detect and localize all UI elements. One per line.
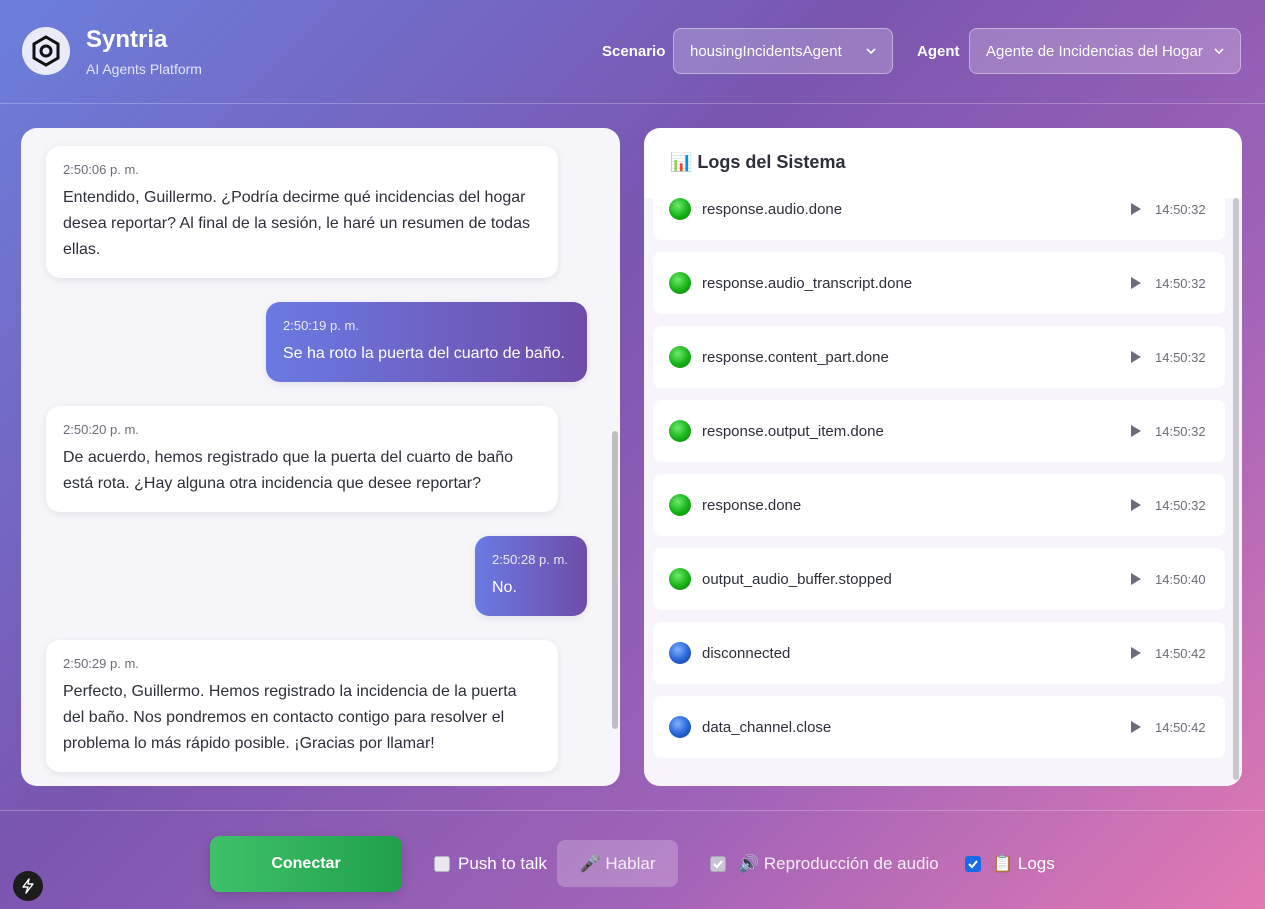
message-text: Perfecto, Guillermo. Hemos registrado la… [63, 683, 517, 752]
log-event-name: response.audio_transcript.done [702, 274, 913, 292]
logs-title: 📊 Logs del Sistema [670, 152, 846, 172]
dev-tools-badge[interactable] [13, 871, 43, 901]
brand-subtitle: AI Agents Platform [86, 61, 202, 77]
message-timestamp: 2:50:29 p. m. [63, 656, 139, 671]
log-event-name: response.done [702, 496, 802, 514]
brand-title: Syntria [86, 26, 168, 53]
checkmark-icon [713, 860, 723, 869]
log-item[interactable]: response.done 14:50:32 [653, 474, 1225, 536]
lightning-icon [22, 878, 34, 894]
log-item[interactable]: output_audio_buffer.stopped 14:50:40 [653, 548, 1225, 610]
chat-message-user: 2:50:28 p. m. No. [475, 536, 587, 616]
status-blue-dot-icon [669, 716, 691, 738]
status-green-dot-icon [669, 420, 691, 442]
talk-button[interactable]: 🎤 Hablar [557, 840, 678, 887]
log-event-time: 14:50:32 [1155, 201, 1206, 217]
log-event-time: 14:50:40 [1155, 571, 1206, 587]
play-icon[interactable] [1131, 721, 1141, 733]
log-event-name: disconnected [702, 644, 791, 662]
play-icon[interactable] [1131, 277, 1141, 289]
log-item[interactable]: response.audio.done 14:50:32 [653, 198, 1225, 240]
log-event-time: 14:50:32 [1155, 423, 1206, 439]
message-timestamp: 2:50:28 p. m. [492, 552, 568, 567]
play-icon[interactable] [1131, 425, 1141, 437]
log-event-name: output_audio_buffer.stopped [702, 570, 892, 588]
chat-panel[interactable]: 2:50:06 p. m. Entendido, Guillermo. ¿Pod… [21, 128, 620, 786]
message-text: Entendido, Guillermo. ¿Podría decirme qu… [63, 189, 530, 258]
checkmark-icon [968, 860, 978, 869]
logs-checkbox[interactable] [965, 856, 981, 872]
play-icon[interactable] [1131, 573, 1141, 585]
log-item[interactable]: response.audio_transcript.done 14:50:32 [653, 252, 1225, 314]
message-text: Se ha roto la puerta del cuarto de baño. [283, 345, 565, 362]
chevron-down-icon [1214, 48, 1224, 55]
logs-scrollbar-thumb[interactable] [1233, 198, 1239, 780]
audio-playback-label: 🔊 Reproducción de audio [738, 854, 939, 873]
chat-message-agent: 2:50:29 p. m. Perfecto, Guillermo. Hemos… [46, 640, 558, 772]
play-icon[interactable] [1131, 499, 1141, 511]
chat-message-user: 2:50:19 p. m. Se ha roto la puerta del c… [266, 302, 587, 382]
log-event-time: 14:50:42 [1155, 645, 1206, 661]
log-item[interactable]: data_channel.close 14:50:42 [653, 696, 1225, 758]
chat-scrollbar-thumb[interactable] [612, 431, 618, 729]
log-item[interactable]: disconnected 14:50:42 [653, 622, 1225, 684]
message-timestamp: 2:50:20 p. m. [63, 422, 139, 437]
audio-playback-checkbox[interactable] [710, 856, 726, 872]
log-item[interactable]: response.content_part.done 14:50:32 [653, 326, 1225, 388]
status-green-dot-icon [669, 494, 691, 516]
message-timestamp: 2:50:06 p. m. [63, 162, 139, 177]
chevron-down-icon [866, 48, 876, 55]
hexagon-logo-icon [32, 35, 60, 67]
log-item[interactable]: response.output_item.done 14:50:32 [653, 400, 1225, 462]
play-icon[interactable] [1131, 647, 1141, 659]
play-icon[interactable] [1131, 203, 1141, 215]
syntria-logo [22, 27, 70, 75]
status-green-dot-icon [669, 272, 691, 294]
message-text: De acuerdo, hemos registrado que la puer… [63, 449, 514, 492]
control-bar: Conectar Push to talk 🎤 Hablar 🔊 Reprodu… [0, 810, 1265, 909]
connect-button[interactable]: Conectar [210, 836, 402, 892]
status-green-dot-icon [669, 568, 691, 590]
agent-select-value: Agente de Incidencias del Hogar [986, 42, 1203, 60]
log-event-name: response.content_part.done [702, 348, 889, 366]
chat-message-agent: 2:50:06 p. m. Entendido, Guillermo. ¿Pod… [46, 146, 558, 278]
status-green-dot-icon [669, 346, 691, 368]
push-to-talk-checkbox[interactable] [434, 856, 450, 872]
log-list[interactable]: response.audio.done 14:50:32 response.au… [644, 198, 1242, 786]
logs-label: 📋 Logs [992, 854, 1055, 873]
log-event-time: 14:50:42 [1155, 719, 1206, 735]
push-to-talk-label: Push to talk [458, 854, 547, 873]
chat-message-agent: 2:50:20 p. m. De acuerdo, hemos registra… [46, 406, 558, 512]
logs-panel: 📊 Logs del Sistema response.audio.done 1… [644, 128, 1242, 786]
status-blue-dot-icon [669, 642, 691, 664]
scenario-select-value: housingIncidentsAgent [690, 42, 842, 60]
chat-scrollbar[interactable] [610, 128, 620, 786]
log-event-time: 14:50:32 [1155, 349, 1206, 365]
log-event-name: response.audio.done [702, 200, 843, 218]
scenario-select[interactable]: housingIncidentsAgent [673, 28, 893, 74]
log-event-time: 14:50:32 [1155, 275, 1206, 291]
app-header: Syntria AI Agents Platform Scenario hous… [0, 0, 1265, 104]
agent-select[interactable]: Agente de Incidencias del Hogar [969, 28, 1241, 74]
log-event-name: data_channel.close [702, 718, 832, 736]
message-timestamp: 2:50:19 p. m. [283, 318, 359, 333]
log-event-name: response.output_item.done [702, 422, 884, 440]
scenario-label: Scenario [602, 43, 666, 60]
play-icon[interactable] [1131, 351, 1141, 363]
status-green-dot-icon [669, 198, 691, 220]
agent-label: Agent [917, 43, 960, 60]
message-text: No. [492, 579, 517, 596]
log-event-time: 14:50:32 [1155, 497, 1206, 513]
